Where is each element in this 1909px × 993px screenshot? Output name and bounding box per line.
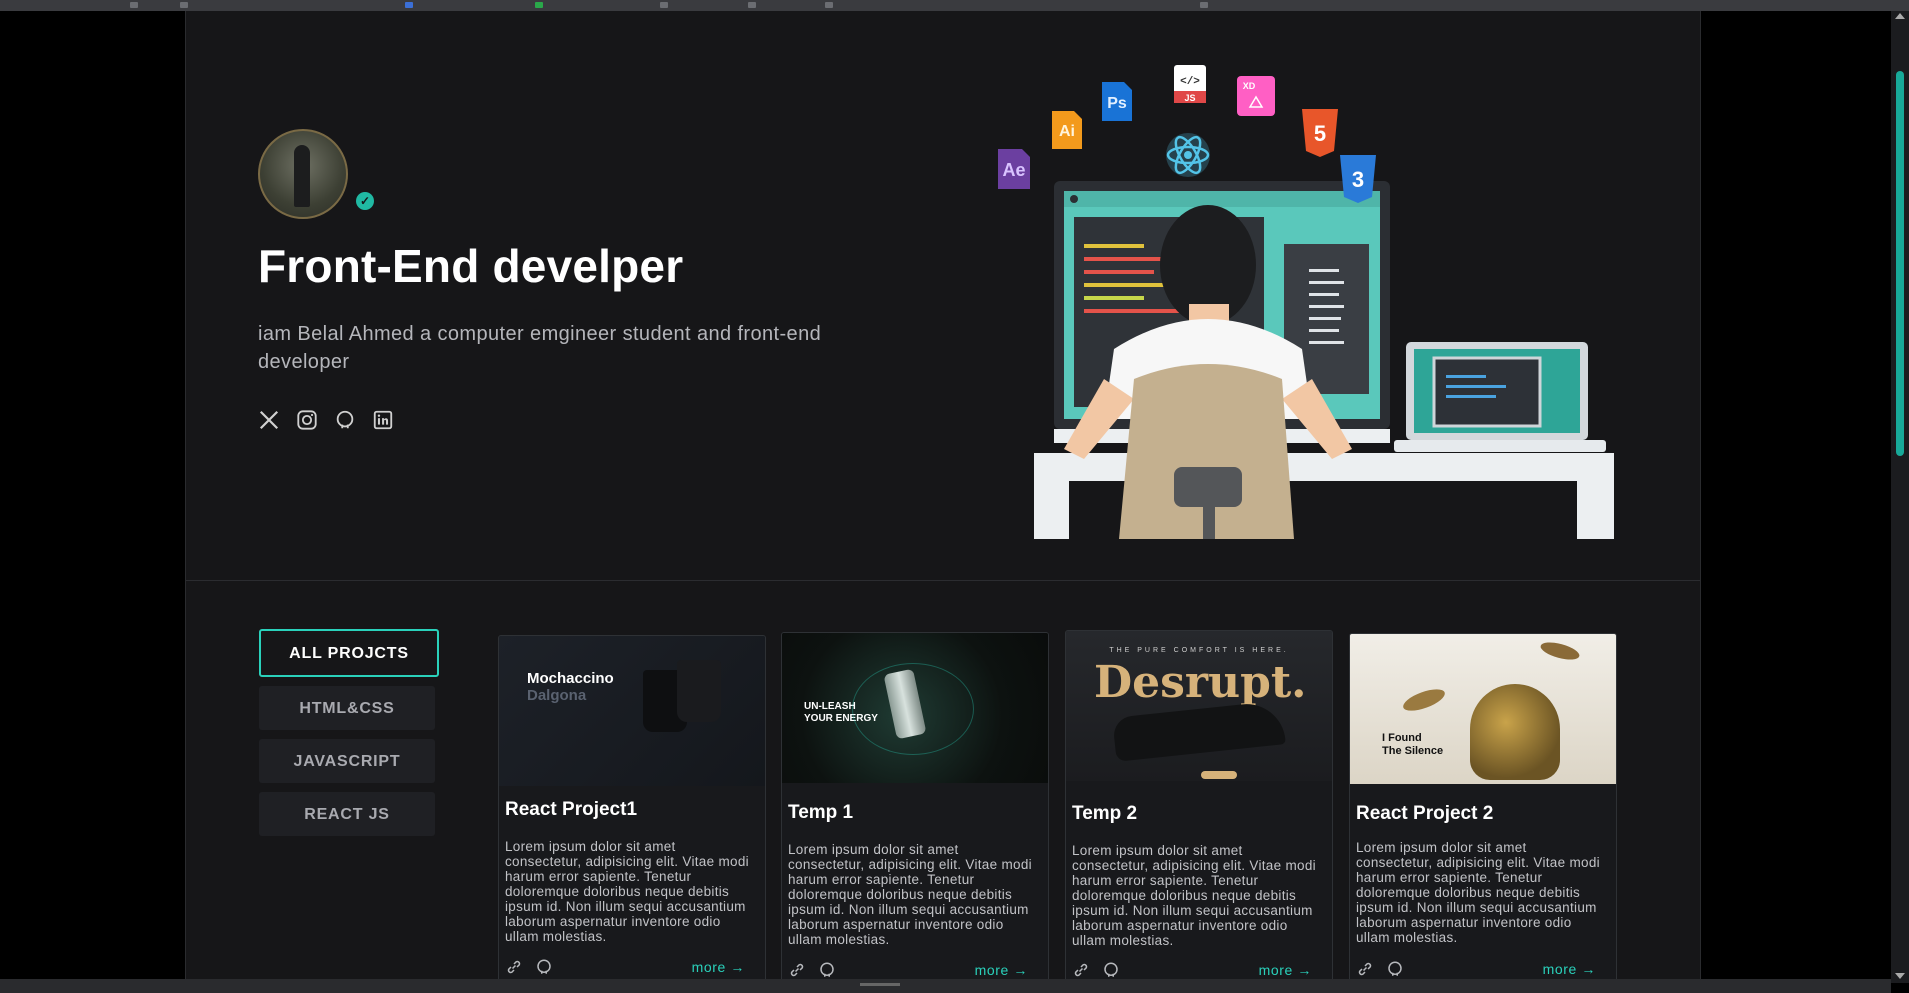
link-icon[interactable] bbox=[505, 958, 523, 979]
project-card: THE PURE COMFORT IS HERE. Desrupt. Temp … bbox=[1065, 630, 1333, 979]
svg-text:XD: XD bbox=[1243, 81, 1256, 91]
project-thumbnail[interactable]: THE PURE COMFORT IS HERE. Desrupt. bbox=[1066, 631, 1332, 781]
project-description: Lorem ipsum dolor sit amet consectetur, … bbox=[1072, 843, 1316, 948]
social-links bbox=[258, 409, 394, 431]
verified-icon: ✓ bbox=[356, 192, 374, 210]
more-link[interactable]: more → bbox=[1259, 962, 1312, 978]
developer-illustration: Ae Ai Ps JS </> XD 5 3 bbox=[998, 65, 1614, 539]
horizontal-scrollbar[interactable] bbox=[0, 979, 1891, 993]
svg-text:JS: JS bbox=[1184, 93, 1195, 103]
project-thumbnail[interactable]: Mochaccino Dalgona bbox=[499, 636, 765, 786]
svg-text:3: 3 bbox=[1352, 167, 1364, 192]
svg-text:Ae: Ae bbox=[1002, 160, 1025, 180]
project-description: Lorem ipsum dolor sit amet consectetur, … bbox=[1356, 840, 1600, 945]
svg-text:</>: </> bbox=[1180, 76, 1200, 88]
scroll-down-icon[interactable] bbox=[1895, 973, 1905, 979]
filter-html-css[interactable]: HTML&CSS bbox=[259, 686, 435, 730]
project-title: Temp 1 bbox=[788, 802, 854, 823]
photoshop-icon: Ps bbox=[1102, 82, 1132, 121]
toolbar-marker bbox=[535, 2, 543, 8]
html5-icon: 5 bbox=[1302, 109, 1338, 157]
instagram-icon[interactable] bbox=[296, 409, 318, 431]
portfolio-page: ✓ Front-End develper iam Belal Ahmed a c… bbox=[185, 11, 1701, 979]
github-icon[interactable] bbox=[1102, 961, 1120, 979]
browser-top-bar bbox=[0, 0, 1909, 11]
page-title: Front-End develper bbox=[258, 240, 684, 292]
svg-text:5: 5 bbox=[1314, 121, 1326, 146]
github-icon[interactable] bbox=[334, 409, 356, 431]
more-link[interactable]: more → bbox=[692, 959, 745, 975]
hero-description: iam Belal Ahmed a computer emgineer stud… bbox=[258, 323, 822, 373]
project-thumbnail[interactable]: I Found The Silence bbox=[1350, 634, 1616, 784]
project-card: UN-LEASH YOUR ENERGY Temp 1 Lorem ipsum … bbox=[781, 632, 1049, 979]
project-actions bbox=[1356, 960, 1404, 979]
toolbar-marker bbox=[130, 2, 138, 8]
more-link[interactable]: more → bbox=[975, 962, 1028, 978]
react-icon bbox=[1166, 133, 1210, 177]
illustrator-icon: Ai bbox=[1052, 111, 1082, 149]
filter-javascript[interactable]: JAVASCRIPT bbox=[259, 739, 435, 783]
scroll-up-icon[interactable] bbox=[1895, 13, 1905, 19]
link-icon[interactable] bbox=[1072, 961, 1090, 979]
link-icon[interactable] bbox=[1356, 960, 1374, 979]
after-effects-icon: Ae bbox=[998, 149, 1030, 189]
project-card: Mochaccino Dalgona React Project1 Lorem … bbox=[498, 635, 766, 979]
toolbar-marker bbox=[748, 2, 756, 8]
toolbar-marker bbox=[825, 2, 833, 8]
vertical-scrollbar[interactable] bbox=[1891, 11, 1909, 983]
github-icon[interactable] bbox=[535, 958, 553, 979]
project-actions bbox=[788, 961, 836, 979]
svg-text:Ai: Ai bbox=[1059, 123, 1075, 140]
filter-react-js[interactable]: REACT JS bbox=[259, 792, 435, 836]
linkedin-icon[interactable] bbox=[372, 409, 394, 431]
github-icon[interactable] bbox=[818, 961, 836, 979]
projects-section: ALL PROJCTS HTML&CSS JAVASCRIPT REACT JS… bbox=[186, 581, 1700, 979]
more-link[interactable]: more → bbox=[1543, 961, 1596, 977]
filter-all-projects[interactable]: ALL PROJCTS bbox=[259, 629, 439, 677]
github-icon[interactable] bbox=[1386, 960, 1404, 979]
xd-icon: XD bbox=[1237, 76, 1275, 116]
scrollbar-grip[interactable] bbox=[860, 983, 900, 986]
toolbar-marker bbox=[1200, 2, 1208, 8]
hero-section: ✓ Front-End develper iam Belal Ahmed a c… bbox=[186, 11, 1700, 581]
project-description: Lorem ipsum dolor sit amet consectetur, … bbox=[505, 839, 749, 944]
project-actions bbox=[1072, 961, 1120, 979]
toolbar-marker bbox=[660, 2, 668, 8]
project-title: React Project1 bbox=[505, 799, 638, 820]
project-thumbnail[interactable]: UN-LEASH YOUR ENERGY bbox=[782, 633, 1048, 783]
project-filters: ALL PROJCTS HTML&CSS JAVASCRIPT REACT JS bbox=[259, 629, 439, 845]
project-actions bbox=[505, 958, 553, 979]
project-description: Lorem ipsum dolor sit amet consectetur, … bbox=[788, 842, 1032, 947]
scrollbar-thumb[interactable] bbox=[1896, 71, 1904, 456]
javascript-file-icon: JS </> bbox=[1174, 65, 1206, 103]
toolbar-marker bbox=[180, 2, 188, 8]
svg-text:Ps: Ps bbox=[1107, 95, 1127, 112]
x-icon[interactable] bbox=[258, 409, 280, 431]
project-card: I Found The Silence React Project 2 Lore… bbox=[1349, 633, 1617, 979]
css3-icon: 3 bbox=[1340, 155, 1376, 203]
toolbar-marker bbox=[405, 2, 413, 8]
link-icon[interactable] bbox=[788, 961, 806, 979]
project-title: Temp 2 bbox=[1072, 803, 1138, 824]
project-title: React Project 2 bbox=[1356, 803, 1494, 824]
avatar bbox=[258, 129, 348, 219]
